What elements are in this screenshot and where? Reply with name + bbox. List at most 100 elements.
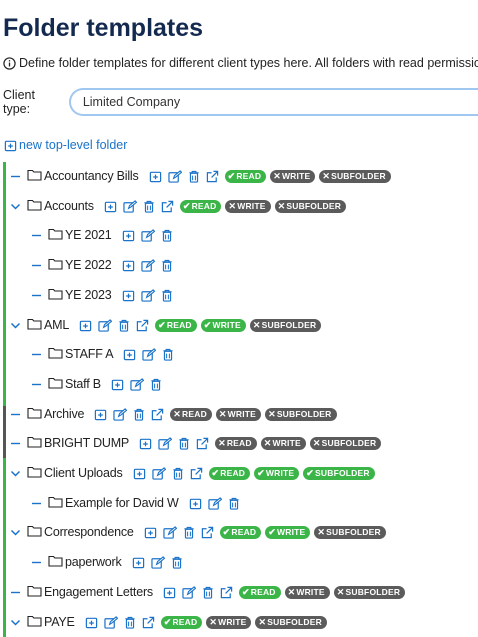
dash-icon[interactable]	[30, 556, 43, 569]
trash-icon[interactable]	[228, 497, 240, 510]
dash-icon[interactable]	[9, 170, 22, 183]
dash-icon[interactable]	[30, 229, 43, 242]
external-link-icon[interactable]	[196, 437, 209, 450]
subfolder-permission-badge[interactable]: ✕ SUBFOLDER	[333, 585, 406, 599]
read-permission-badge[interactable]: ✔ READ	[224, 169, 267, 183]
write-permission-badge[interactable]: ✕ WRITE	[206, 615, 252, 629]
trash-icon[interactable]	[161, 229, 173, 242]
write-permission-badge[interactable]: ✔ WRITE	[200, 318, 246, 332]
edit-icon[interactable]	[182, 585, 196, 599]
edit-icon[interactable]	[140, 258, 155, 272]
chevron-down-icon[interactable]	[9, 467, 22, 480]
edit-icon[interactable]	[207, 496, 222, 510]
subfolder-permission-badge[interactable]: ✕ SUBFOLDER	[255, 615, 327, 629]
trash-icon[interactable]	[202, 586, 214, 599]
new-top-level-folder-link[interactable]: new top-level folder	[4, 138, 127, 152]
subfolder-permission-badge[interactable]: ✕ SUBFOLDER	[274, 199, 347, 213]
subfolder-permission-badge[interactable]: ✕ SUBFOLDER	[314, 525, 386, 539]
edit-icon[interactable]	[151, 466, 166, 480]
trash-icon[interactable]	[124, 616, 136, 629]
add-subfolder-icon[interactable]	[163, 586, 176, 599]
read-permission-badge[interactable]: ✔ READ	[160, 615, 203, 629]
dash-icon[interactable]	[9, 408, 22, 421]
edit-icon[interactable]	[123, 199, 137, 213]
add-subfolder-icon[interactable]	[123, 348, 136, 361]
trash-icon[interactable]	[161, 259, 173, 272]
edit-icon[interactable]	[104, 615, 118, 629]
trash-icon[interactable]	[162, 348, 174, 361]
add-subfolder-icon[interactable]	[104, 200, 117, 213]
edit-icon[interactable]	[142, 347, 157, 361]
read-permission-badge[interactable]: ✔ READ	[155, 318, 197, 332]
read-permission-badge[interactable]: ✔ READ	[208, 466, 251, 480]
add-subfolder-icon[interactable]	[122, 289, 135, 302]
external-link-icon[interactable]	[142, 616, 155, 629]
read-permission-badge[interactable]: ✕ READ	[215, 436, 257, 450]
add-subfolder-icon[interactable]	[139, 437, 152, 450]
add-subfolder-icon[interactable]	[94, 408, 107, 421]
edit-icon[interactable]	[162, 525, 177, 539]
add-subfolder-icon[interactable]	[132, 556, 145, 569]
external-link-icon[interactable]	[206, 170, 219, 183]
read-permission-badge[interactable]: ✔ READ	[238, 585, 281, 599]
dash-icon[interactable]	[9, 437, 22, 450]
subfolder-permission-badge[interactable]: ✕ SUBFOLDER	[265, 407, 337, 421]
subfolder-permission-badge[interactable]: ✕ SUBFOLDER	[309, 436, 382, 450]
edit-icon[interactable]	[113, 407, 128, 421]
add-subfolder-icon[interactable]	[133, 467, 146, 480]
chevron-down-icon[interactable]	[9, 526, 22, 539]
dash-icon[interactable]	[30, 497, 43, 510]
trash-icon[interactable]	[118, 319, 130, 332]
add-subfolder-icon[interactable]	[189, 497, 202, 510]
edit-icon[interactable]	[167, 169, 182, 183]
write-permission-badge[interactable]: ✕ WRITE	[260, 436, 306, 450]
trash-icon[interactable]	[143, 200, 155, 213]
add-subfolder-icon[interactable]	[122, 259, 135, 272]
external-link-icon[interactable]	[220, 586, 233, 599]
write-permission-badge[interactable]: ✕ WRITE	[270, 169, 316, 183]
chevron-down-icon[interactable]	[9, 319, 22, 332]
trash-icon[interactable]	[133, 408, 145, 421]
edit-icon[interactable]	[158, 436, 173, 450]
client-type-input[interactable]	[68, 88, 478, 116]
external-link-icon[interactable]	[190, 467, 203, 480]
read-permission-badge[interactable]: ✕ READ	[170, 407, 212, 421]
write-permission-badge[interactable]: ✔ WRITE	[265, 525, 311, 539]
add-subfolder-icon[interactable]	[122, 229, 135, 242]
subfolder-permission-badge[interactable]: ✕ SUBFOLDER	[249, 318, 322, 332]
trash-icon[interactable]	[178, 437, 190, 450]
write-permission-badge[interactable]: ✕ WRITE	[215, 407, 262, 421]
write-permission-badge[interactable]: ✕ WRITE	[225, 199, 271, 213]
dash-icon[interactable]	[30, 259, 43, 272]
dash-icon[interactable]	[30, 348, 43, 361]
subfolder-permission-badge[interactable]: ✔ SUBFOLDER	[303, 466, 375, 480]
add-subfolder-icon[interactable]	[111, 378, 124, 391]
edit-icon[interactable]	[140, 228, 155, 242]
edit-icon[interactable]	[150, 555, 165, 569]
external-link-icon[interactable]	[136, 319, 149, 332]
trash-icon[interactable]	[183, 526, 195, 539]
dash-icon[interactable]	[30, 289, 43, 302]
trash-icon[interactable]	[161, 289, 173, 302]
read-permission-badge[interactable]: ✔ READ	[219, 525, 262, 539]
external-link-icon[interactable]	[161, 200, 174, 213]
edit-icon[interactable]	[130, 377, 144, 391]
read-permission-badge[interactable]: ✔ READ	[179, 199, 222, 213]
write-permission-badge[interactable]: ✕ WRITE	[284, 585, 330, 599]
edit-icon[interactable]	[140, 288, 155, 302]
subfolder-permission-badge[interactable]: ✕ SUBFOLDER	[319, 169, 391, 183]
external-link-icon[interactable]	[151, 408, 164, 421]
dash-icon[interactable]	[30, 378, 43, 391]
add-subfolder-icon[interactable]	[85, 616, 98, 629]
chevron-down-icon[interactable]	[9, 200, 22, 213]
add-subfolder-icon[interactable]	[144, 526, 157, 539]
edit-icon[interactable]	[98, 318, 113, 332]
trash-icon[interactable]	[188, 170, 200, 183]
trash-icon[interactable]	[150, 378, 162, 391]
external-link-icon[interactable]	[201, 526, 214, 539]
write-permission-badge[interactable]: ✔ WRITE	[254, 466, 300, 480]
add-subfolder-icon[interactable]	[79, 319, 92, 332]
trash-icon[interactable]	[172, 467, 184, 480]
chevron-down-icon[interactable]	[9, 616, 22, 629]
dash-icon[interactable]	[9, 586, 22, 599]
